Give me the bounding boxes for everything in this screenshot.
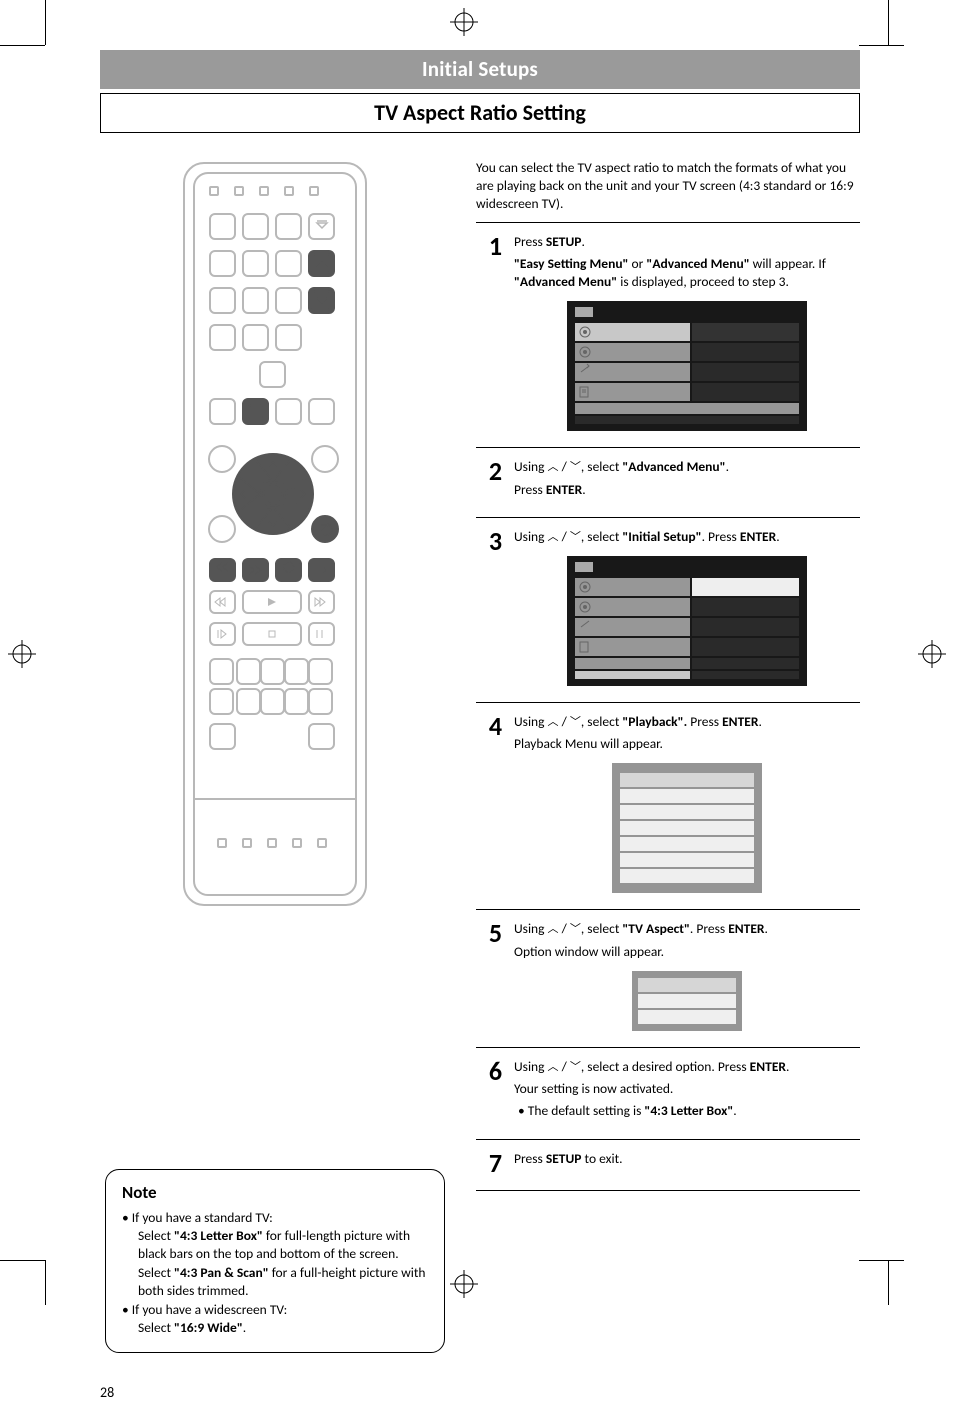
down-arrow-icon: ﹀ — [570, 1060, 581, 1073]
up-arrow-icon: ︿ — [548, 715, 559, 728]
up-arrow-icon: ︿ — [548, 460, 559, 473]
down-arrow-icon: ﹀ — [570, 460, 581, 473]
step-number: 1 — [476, 233, 502, 434]
step-number: 7 — [476, 1150, 502, 1176]
registration-mark-icon — [450, 8, 478, 36]
step-1: 1 Press SETUP. "Easy Setting Menu" or "A… — [476, 222, 860, 448]
down-arrow-icon: ﹀ — [570, 530, 581, 543]
intro-text: You can select the TV aspect ratio to ma… — [476, 159, 860, 214]
page-number: 28 — [100, 1384, 114, 1401]
step-4: 4 Using ︿ / ﹀, select "Playback". Press … — [476, 702, 860, 909]
menu-screenshot — [567, 556, 807, 686]
step-3: 3 Using ︿ / ﹀, select "Initial Setup". P… — [476, 517, 860, 702]
down-arrow-icon: ﹀ — [570, 715, 581, 728]
up-arrow-icon: ︿ — [548, 1060, 559, 1073]
step-6: 6 Using ︿ / ﹀, select a desired option. … — [476, 1047, 860, 1139]
remote-control-illustration — [180, 159, 370, 909]
section-banner: Initial Setups — [100, 50, 860, 89]
step-5: 5 Using ︿ / ﹀, select "TV Aspect". Press… — [476, 909, 860, 1046]
page-title: TV Aspect Ratio Setting — [100, 93, 860, 133]
crop-mark — [45, 0, 46, 45]
crop-mark — [45, 1260, 46, 1305]
crop-mark — [0, 1260, 45, 1261]
menu-screenshot — [567, 301, 807, 431]
crop-mark — [859, 1260, 904, 1261]
crop-mark — [888, 1260, 889, 1305]
note-heading: Note — [122, 1182, 428, 1205]
crop-mark — [0, 45, 45, 46]
crop-mark — [859, 45, 904, 46]
up-arrow-icon: ︿ — [548, 530, 559, 543]
crop-mark — [888, 0, 889, 45]
note-item: • If you have a widescreen TV: Select "1… — [122, 1301, 428, 1337]
step-number: 6 — [476, 1058, 502, 1125]
down-arrow-icon: ﹀ — [570, 922, 581, 935]
up-arrow-icon: ︿ — [548, 922, 559, 935]
registration-mark-icon — [918, 640, 946, 668]
menu-screenshot — [632, 971, 742, 1031]
note-item: • If you have a standard TV: Select "4:3… — [122, 1209, 428, 1300]
step-7: 7 Press SETUP to exit. — [476, 1139, 860, 1191]
step-number: 5 — [476, 920, 502, 1032]
step-number: 2 — [476, 458, 502, 502]
step-number: 4 — [476, 713, 502, 895]
step-2: 2 Using ︿ / ﹀, select "Advanced Menu". P… — [476, 447, 860, 516]
step-number: 3 — [476, 528, 502, 688]
registration-mark-icon — [8, 640, 36, 668]
menu-screenshot — [612, 763, 762, 893]
note-box: Note • If you have a standard TV: Select… — [105, 1169, 445, 1353]
